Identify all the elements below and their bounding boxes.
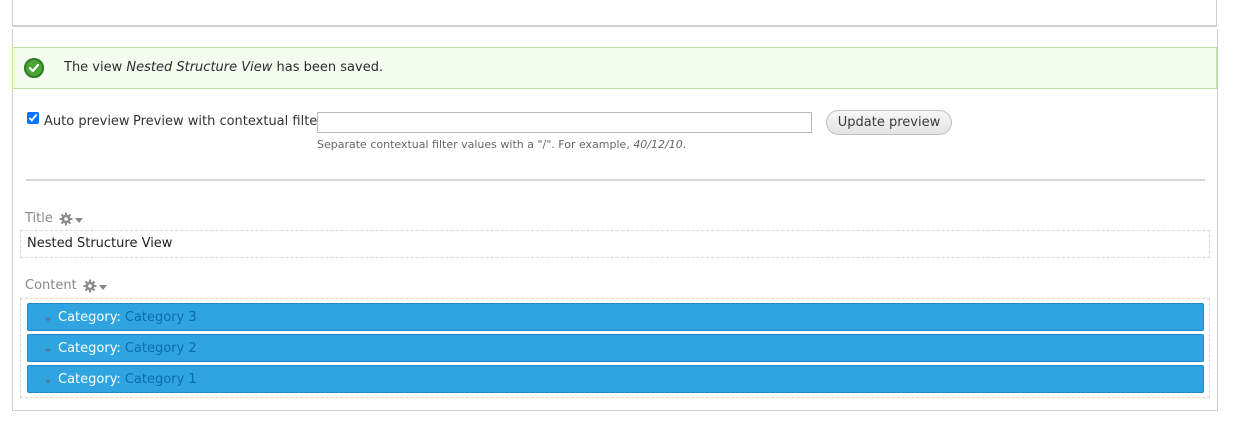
help-prefix: Separate contextual filter values with a… — [317, 138, 630, 151]
category-link[interactable]: Category 1 — [125, 372, 197, 387]
gear-icon — [59, 212, 73, 225]
contextual-filters-label: Preview with contextual filters: — [133, 114, 334, 129]
checkmark-icon — [24, 58, 44, 78]
update-preview-button[interactable]: Update preview — [826, 110, 952, 135]
status-message: The view Nested Structure View has been … — [12, 47, 1217, 89]
auto-preview-label[interactable]: Auto preview — [44, 114, 130, 129]
category-row[interactable]: Category: Category 2 — [27, 334, 1204, 362]
expand-triangle-icon — [45, 318, 51, 322]
status-suffix: has been saved. — [276, 60, 384, 75]
expand-triangle-icon — [45, 380, 51, 384]
status-prefix: The view — [64, 60, 123, 75]
top-panel-frame — [12, 0, 1217, 27]
category-key: Category: — [58, 371, 121, 387]
category-row[interactable]: Category: Category 3 — [27, 303, 1204, 331]
contextual-filters-help: Separate contextual filter values with a… — [317, 138, 686, 151]
content-label-text: Content — [25, 278, 77, 293]
category-row[interactable]: Category: Category 1 — [27, 365, 1204, 393]
status-text: The view Nested Structure View has been … — [64, 60, 383, 75]
expand-triangle-icon — [45, 349, 51, 353]
help-suffix: . — [682, 138, 687, 151]
contextual-filters-input[interactable] — [317, 112, 812, 133]
title-settings-gear[interactable] — [59, 212, 83, 226]
title-label-text: Title — [25, 211, 53, 226]
content-area: Category: Category 3 Category: Category … — [20, 298, 1210, 398]
gear-icon — [83, 279, 97, 292]
section-divider — [26, 179, 1205, 181]
chevron-down-icon — [74, 217, 83, 223]
status-view-name: Nested Structure View — [126, 60, 273, 75]
category-key: Category: — [58, 340, 121, 356]
view-title: Nested Structure View — [20, 230, 1210, 258]
chevron-down-icon — [98, 284, 107, 290]
auto-preview-checkbox[interactable] — [27, 112, 39, 124]
category-link[interactable]: Category 2 — [125, 341, 197, 356]
content-settings-gear[interactable] — [83, 279, 107, 293]
title-section-label: Title — [25, 211, 83, 226]
category-link[interactable]: Category 3 — [125, 310, 197, 325]
preview-controls: Auto preview Preview with contextual fil… — [26, 110, 1206, 136]
help-example: 40/12/10 — [633, 138, 683, 151]
category-key: Category: — [58, 309, 121, 325]
content-section-label: Content — [25, 278, 107, 293]
